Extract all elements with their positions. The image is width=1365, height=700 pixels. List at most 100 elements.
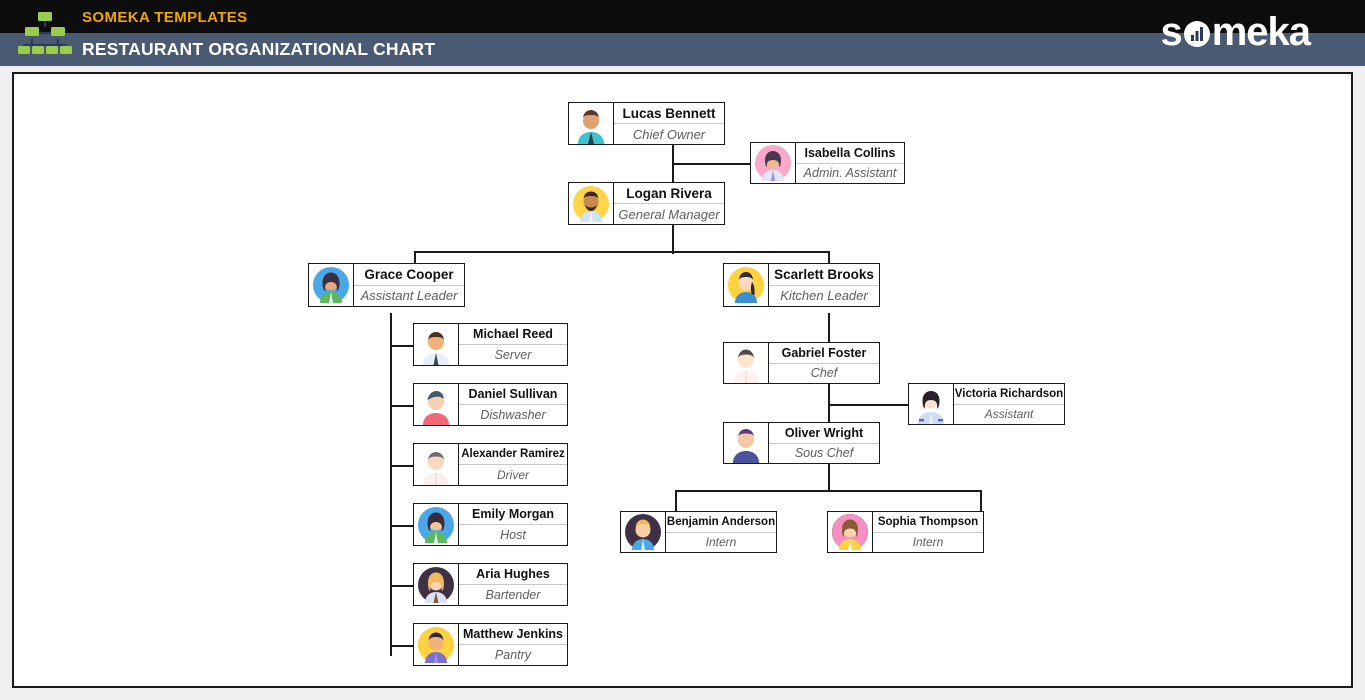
- avatar-emily-morgan: [414, 504, 459, 545]
- node-name: Daniel Sullivan: [459, 384, 567, 405]
- connector-grace-michael: [390, 345, 415, 347]
- connector-gabriel-victoria: [828, 404, 910, 406]
- node-text-aria-hughes: Aria Hughes Bartender: [459, 564, 567, 605]
- page-title: RESTAURANT ORGANIZATIONAL CHART: [82, 39, 436, 59]
- node-role: Admin. Assistant: [803, 166, 897, 181]
- node-role: Chief Owner: [632, 126, 706, 142]
- node-name: Benjamin Anderson: [666, 512, 776, 533]
- node-name: Grace Cooper: [354, 264, 464, 286]
- connector-grace-aria: [390, 585, 415, 587]
- node-text-sophia-thompson: Sophia Thompson Intern: [873, 512, 983, 552]
- node-scarlett-brooks[interactable]: Scarlett Brooks Kitchen Leader: [723, 263, 880, 307]
- avatar-lucas-bennett: [569, 103, 614, 144]
- brand-text-part2: meka: [1211, 10, 1311, 54]
- avatar-sophia-thompson: [828, 512, 873, 552]
- node-name: Lucas Bennett: [614, 103, 724, 124]
- node-role: General Manager: [618, 206, 720, 222]
- connector-logan-split: [414, 251, 829, 253]
- connector-grace-trunk: [390, 313, 392, 656]
- avatar-isabella-collins: [751, 143, 796, 183]
- node-isabella-collins[interactable]: Isabella Collins Admin. Assistant: [750, 142, 905, 184]
- node-grace-cooper[interactable]: Grace Cooper Assistant Leader: [308, 263, 465, 307]
- node-name: Logan Rivera: [614, 183, 724, 204]
- connector-split-benjamin: [675, 490, 677, 513]
- connector-logan-down: [672, 225, 674, 253]
- node-text-gabriel-foster: Gabriel Foster Chef: [769, 343, 879, 383]
- avatar-gabriel-foster: [724, 343, 769, 383]
- node-name: Oliver Wright: [769, 423, 879, 444]
- org-tree: Lucas Bennett Chief Owner Isabella Colli…: [14, 74, 1355, 690]
- avatar-aria-hughes: [414, 564, 459, 605]
- node-text-benjamin-anderson: Benjamin Anderson Intern: [666, 512, 776, 552]
- node-name: Aria Hughes: [459, 564, 567, 585]
- node-name: Emily Morgan: [459, 504, 567, 525]
- node-benjamin-anderson[interactable]: Benjamin Anderson Intern: [620, 511, 777, 553]
- node-role: Pantry: [494, 648, 532, 662]
- avatar-scarlett-brooks: [724, 264, 769, 306]
- connector-oliver-down: [828, 463, 830, 492]
- node-text-victoria-richardson: Victoria Richardson Assistant: [954, 384, 1064, 424]
- node-lucas-bennett[interactable]: Lucas Bennett Chief Owner: [568, 102, 725, 145]
- node-text-daniel-sullivan: Daniel Sullivan Dishwasher: [459, 384, 567, 425]
- node-text-scarlett-brooks: Scarlett Brooks Kitchen Leader: [769, 264, 879, 306]
- connector-lucas-isabella: [672, 163, 752, 165]
- avatar-victoria-richardson: [909, 384, 954, 424]
- node-name: Michael Reed: [459, 324, 567, 345]
- node-alexander-ramirez[interactable]: Alexander Ramirez Driver: [413, 443, 568, 486]
- avatar-matthew-jenkins: [414, 624, 459, 665]
- node-name: Sophia Thompson: [873, 512, 983, 533]
- node-victoria-richardson[interactable]: Victoria Richardson Assistant: [908, 383, 1065, 425]
- node-role: Sous Chef: [794, 446, 854, 461]
- node-michael-reed[interactable]: Michael Reed Server: [413, 323, 568, 366]
- org-chart-icon: [17, 7, 73, 59]
- node-name: Isabella Collins: [796, 143, 904, 164]
- connector-grace-emily: [390, 525, 415, 527]
- node-text-oliver-wright: Oliver Wright Sous Chef: [769, 423, 879, 463]
- node-emily-morgan[interactable]: Emily Morgan Host: [413, 503, 568, 546]
- node-aria-hughes[interactable]: Aria Hughes Bartender: [413, 563, 568, 606]
- node-gabriel-foster[interactable]: Gabriel Foster Chef: [723, 342, 880, 384]
- node-role: Assistant Leader: [360, 288, 458, 304]
- node-matthew-jenkins[interactable]: Matthew Jenkins Pantry: [413, 623, 568, 666]
- node-role: Bartender: [485, 588, 541, 602]
- node-text-logan-rivera: Logan Rivera General Manager: [614, 183, 724, 224]
- node-sophia-thompson[interactable]: Sophia Thompson Intern: [827, 511, 984, 553]
- page-header: SOMEKA TEMPLATES RESTAURANT ORGANIZATION…: [0, 0, 1365, 66]
- node-name: Matthew Jenkins: [459, 624, 567, 645]
- connector-grace-matthew: [390, 645, 415, 647]
- avatar-daniel-sullivan: [414, 384, 459, 425]
- org-chart-page: SOMEKA TEMPLATES RESTAURANT ORGANIZATION…: [0, 0, 1365, 700]
- avatar-michael-reed: [414, 324, 459, 365]
- node-oliver-wright[interactable]: Oliver Wright Sous Chef: [723, 422, 880, 464]
- node-role: Chef: [810, 366, 838, 381]
- node-role: Intern: [705, 535, 737, 550]
- brand-o-chart-icon: [1182, 8, 1212, 56]
- node-role: Kitchen Leader: [780, 288, 868, 304]
- node-daniel-sullivan[interactable]: Daniel Sullivan Dishwasher: [413, 383, 568, 426]
- node-text-alexander-ramirez: Alexander Ramirez Driver: [459, 444, 567, 485]
- avatar-logan-rivera: [569, 183, 614, 224]
- node-name: Scarlett Brooks: [769, 264, 879, 286]
- node-logan-rivera[interactable]: Logan Rivera General Manager: [568, 182, 725, 225]
- avatar-oliver-wright: [724, 423, 769, 463]
- node-role: Driver: [497, 468, 529, 482]
- node-role: Server: [494, 348, 532, 362]
- connector-split-sophia: [980, 490, 982, 513]
- templates-label: SOMEKA TEMPLATES: [82, 9, 248, 26]
- node-role: Host: [500, 528, 526, 542]
- chart-canvas: Lucas Bennett Chief Owner Isabella Colli…: [12, 72, 1353, 688]
- avatar-alexander-ramirez: [414, 444, 459, 485]
- node-text-matthew-jenkins: Matthew Jenkins Pantry: [459, 624, 567, 665]
- connector-grace-daniel: [390, 405, 415, 407]
- connector-grace-alexander: [390, 465, 415, 467]
- avatar-benjamin-anderson: [621, 512, 666, 552]
- node-name: Victoria Richardson: [954, 384, 1064, 405]
- avatar-grace-cooper: [309, 264, 354, 306]
- node-text-isabella-collins: Isabella Collins Admin. Assistant: [796, 143, 904, 183]
- node-name: Alexander Ramirez: [459, 444, 567, 465]
- node-role: Dishwasher: [480, 408, 546, 422]
- node-text-lucas-bennett: Lucas Bennett Chief Owner: [614, 103, 724, 144]
- node-text-grace-cooper: Grace Cooper Assistant Leader: [354, 264, 464, 306]
- someka-logo: s meka: [1160, 8, 1311, 56]
- node-name: Gabriel Foster: [769, 343, 879, 364]
